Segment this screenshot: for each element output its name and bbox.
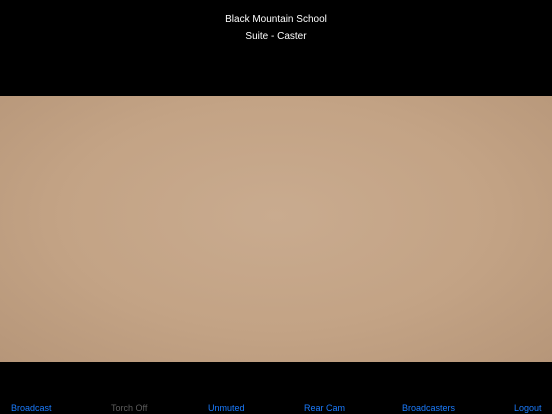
bottom-toolbar: Broadcast Torch Off Unmuted Rear Cam Bro… bbox=[0, 362, 552, 414]
header: Black Mountain School Suite - Caster bbox=[0, 0, 552, 96]
school-name: Black Mountain School bbox=[225, 14, 327, 25]
broadcast-button[interactable]: Broadcast bbox=[11, 402, 52, 414]
suite-name: Suite - Caster bbox=[245, 31, 307, 42]
mute-toggle-button[interactable]: Unmuted bbox=[208, 402, 245, 414]
broadcasters-button[interactable]: Broadcasters bbox=[402, 402, 455, 414]
camera-preview bbox=[0, 96, 552, 362]
caster-app: Black Mountain School Suite - Caster Bro… bbox=[0, 0, 552, 414]
torch-toggle-button[interactable]: Torch Off bbox=[111, 402, 147, 414]
logout-button[interactable]: Logout bbox=[514, 402, 542, 414]
camera-switch-button[interactable]: Rear Cam bbox=[304, 402, 345, 414]
